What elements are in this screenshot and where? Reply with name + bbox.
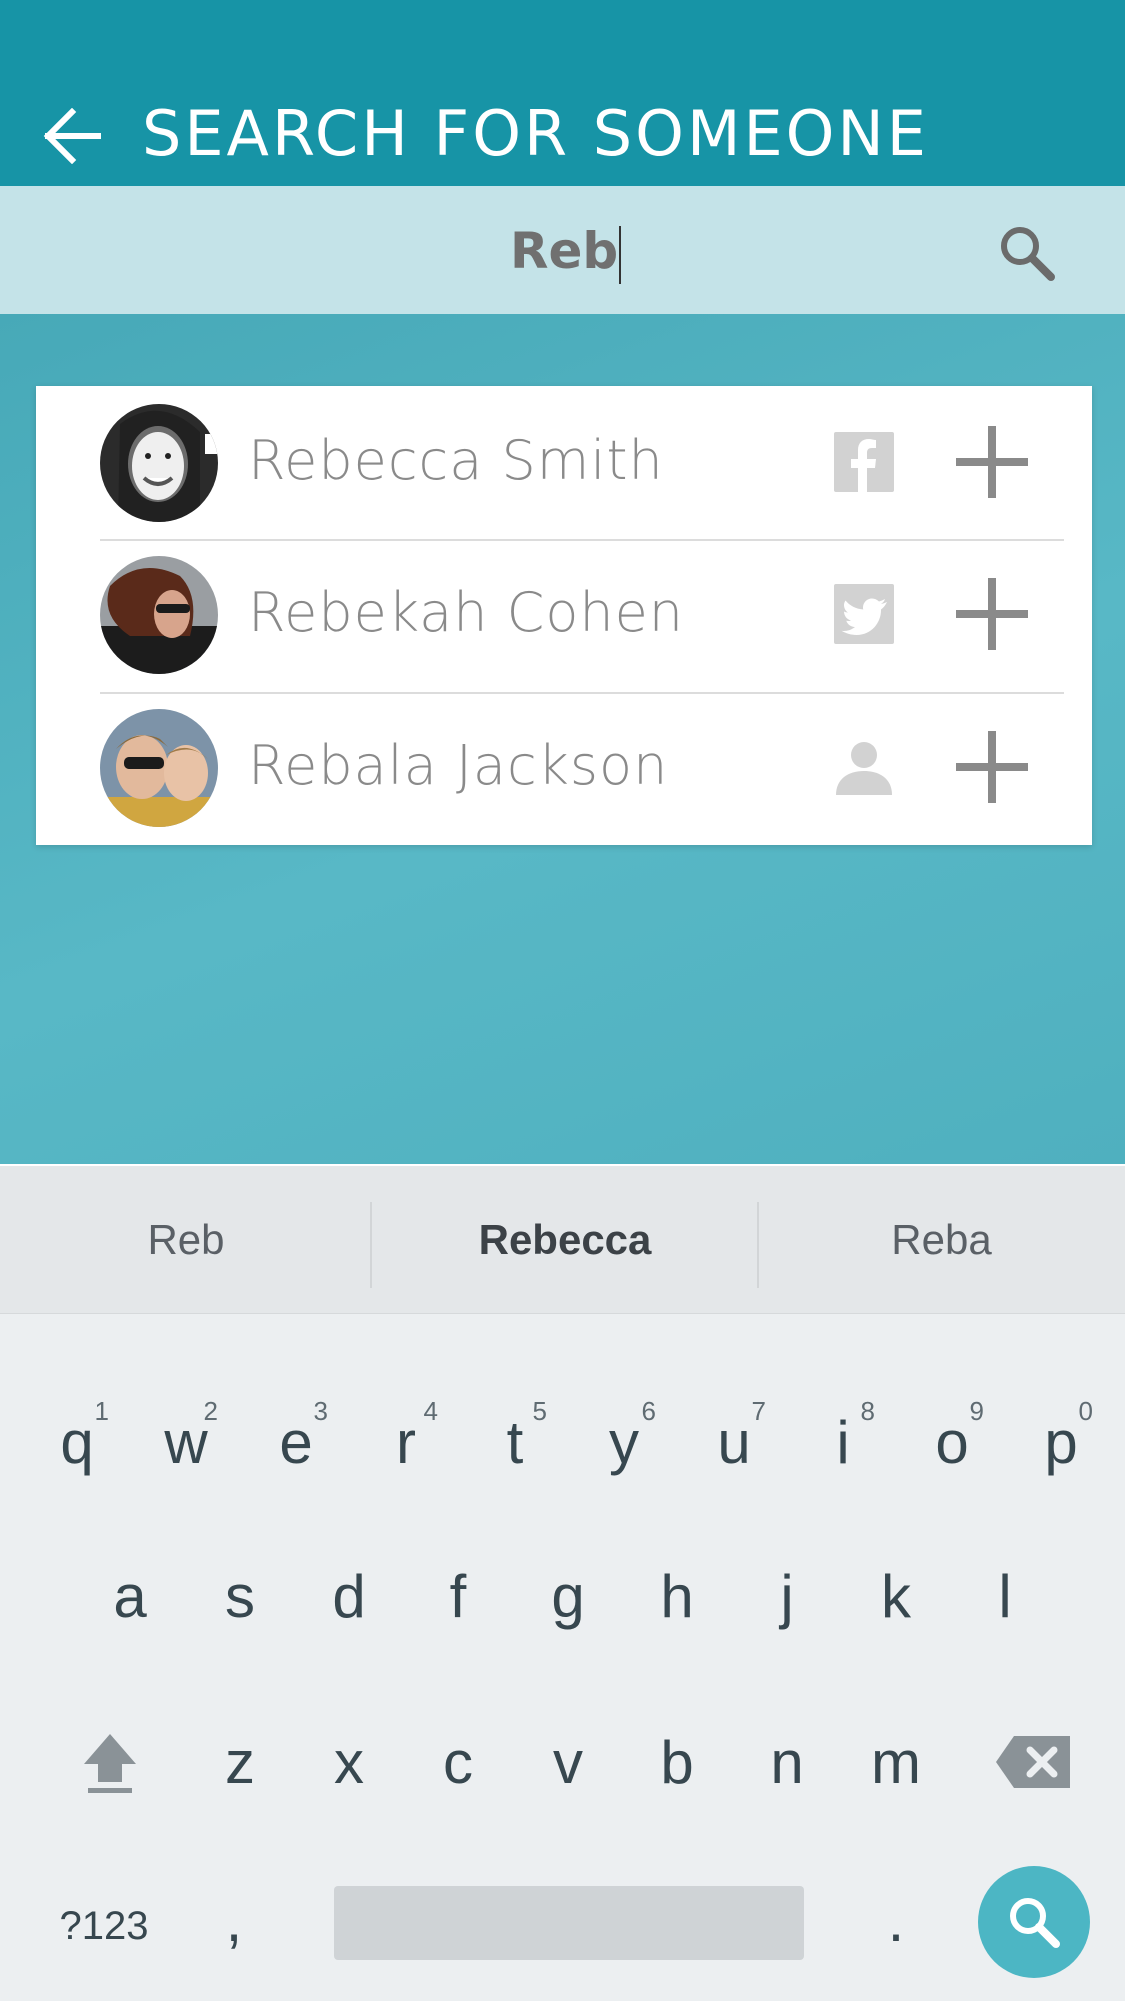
contact-name: Rebala Jackson [248,734,669,797]
key-i[interactable]: i8 [789,1382,897,1502]
key-j[interactable]: j [733,1536,841,1656]
key-label: y [609,1408,639,1476]
key-d[interactable]: d [295,1536,403,1656]
soft-keyboard: Reb Rebecca Reba q1 w2 e3 r4 t5 y6 u7 i8… [0,1164,1125,2001]
symbols-key[interactable]: ?123 [48,1866,160,1986]
key-e[interactable]: e3 [242,1382,350,1502]
search-bar: Reb [0,186,1125,314]
key-hint: 1 [94,1396,109,1426]
key-label: u [717,1408,751,1476]
key-label: p [1044,1408,1078,1476]
plus-icon[interactable] [952,574,1032,654]
page-title: SEARCH FOR SOMEONE [142,97,929,170]
backspace-key[interactable] [980,1702,1088,1822]
twitter-icon [834,584,894,644]
avatar [100,709,218,827]
key-label: i [836,1408,850,1476]
key-t[interactable]: t5 [461,1382,569,1502]
avatar [100,404,218,522]
shift-icon [84,1734,136,1793]
avatar [100,556,218,674]
key-y[interactable]: y6 [570,1382,678,1502]
key-label: w [164,1408,208,1476]
key-n[interactable]: n [733,1702,841,1822]
person-icon [836,742,892,795]
plus-icon[interactable] [952,727,1032,807]
key-l[interactable]: l [951,1536,1059,1656]
key-label: q [60,1408,94,1476]
key-w[interactable]: w2 [132,1382,240,1502]
key-s[interactable]: s [186,1536,294,1656]
key-h[interactable]: h [623,1536,731,1656]
back-button[interactable] [36,100,108,172]
app-header: SEARCH FOR SOMEONE [0,0,1125,186]
space-bar[interactable] [334,1886,804,1960]
key-m[interactable]: m [842,1702,950,1822]
key-u[interactable]: u7 [680,1382,788,1502]
key-label: e [279,1408,313,1476]
key-comma[interactable]: , [184,1860,284,1980]
key-hint: 5 [532,1396,547,1426]
search-icon [1001,227,1055,281]
suggestion-bar: Reb Rebecca Reba [0,1166,1125,1314]
key-r[interactable]: r4 [352,1382,460,1502]
search-input[interactable]: Reb [440,216,840,286]
key-f[interactable]: f [404,1536,512,1656]
list-item[interactable]: Rebecca Smith [100,386,1064,538]
key-hint: 8 [860,1396,875,1426]
shift-key[interactable] [56,1702,164,1822]
key-hint: 3 [313,1396,328,1426]
arrow-left-icon [43,108,101,164]
search-enter-key[interactable] [978,1866,1090,1978]
key-hint: 9 [969,1396,984,1426]
key-g[interactable]: g [514,1536,622,1656]
key-hint: 4 [423,1396,438,1426]
key-hint: 6 [641,1396,656,1426]
suggestion-item[interactable]: Reb [0,1166,372,1314]
key-label: t [506,1408,524,1476]
list-item[interactable]: Rebala Jackson [100,691,1064,843]
key-c[interactable]: c [404,1702,512,1822]
key-hint: 7 [751,1396,766,1426]
search-input-value: Reb [510,222,619,280]
key-v[interactable]: v [514,1702,622,1822]
suggestion-item[interactable]: Reba [758,1166,1125,1314]
search-icon [1010,1898,1060,1948]
key-o[interactable]: o9 [898,1382,1006,1502]
list-item[interactable]: Rebekah Cohen [100,538,1064,690]
key-a[interactable]: a [76,1536,184,1656]
search-button[interactable] [992,218,1062,288]
key-z[interactable]: z [186,1702,294,1822]
contact-name: Rebecca Smith [248,429,664,492]
suggestion-item[interactable]: Rebecca [372,1166,758,1314]
text-caret [619,225,622,284]
key-q[interactable]: q1 [23,1382,131,1502]
facebook-icon [834,432,894,492]
key-k[interactable]: k [842,1536,950,1656]
backspace-icon [996,1736,1070,1788]
contact-name: Rebekah Cohen [248,581,685,644]
key-p[interactable]: p0 [1007,1382,1115,1502]
key-hint: 2 [203,1396,218,1426]
key-period[interactable]: . [846,1860,946,1980]
key-hint: 0 [1078,1396,1093,1426]
key-b[interactable]: b [623,1702,731,1822]
key-label: o [935,1408,969,1476]
results-list: Rebecca Smith Rebekah Cohen Rebala Jacks… [36,386,1092,845]
key-label: r [396,1408,416,1476]
key-x[interactable]: x [295,1702,403,1822]
plus-icon[interactable] [952,422,1032,502]
